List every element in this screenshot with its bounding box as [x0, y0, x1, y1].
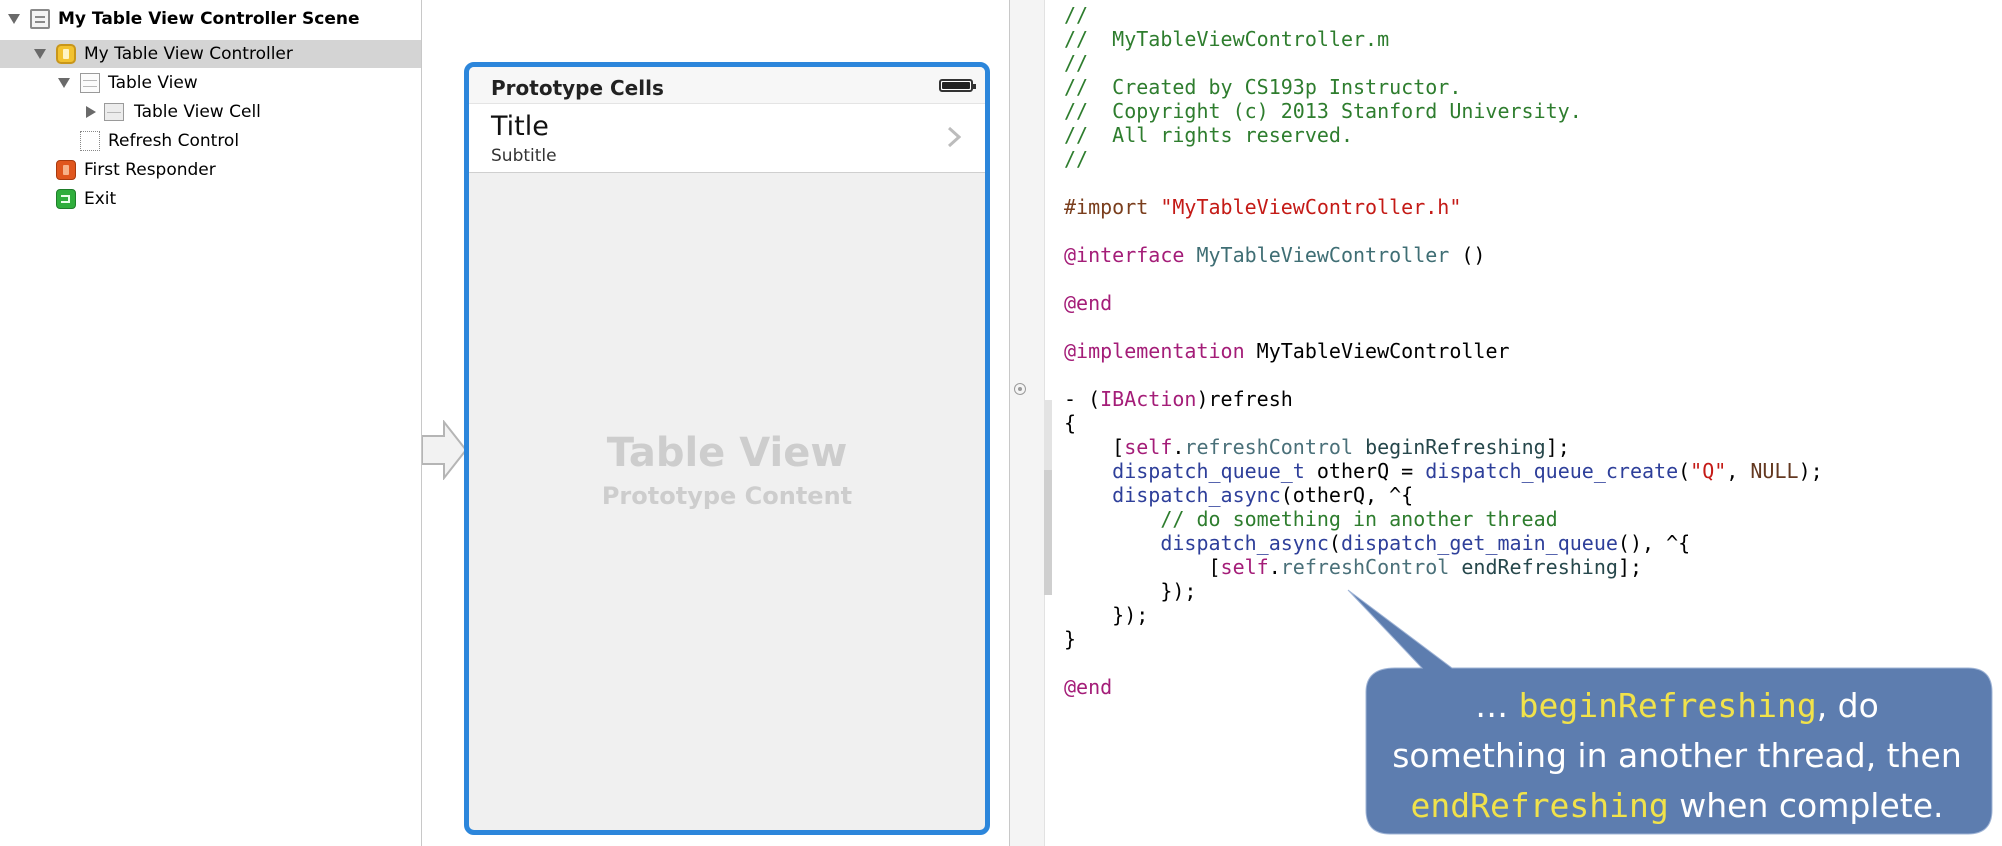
outline-item-scene[interactable]: My Table View Controller Scene: [0, 5, 421, 33]
refresh-control-icon: [80, 131, 100, 151]
code-line[interactable]: dispatch_async(otherQ, ^{: [1064, 483, 1413, 507]
code-line[interactable]: //: [1064, 147, 1088, 171]
code-line[interactable]: }: [1064, 627, 1076, 651]
outline-item-label: Refresh Control: [108, 131, 240, 151]
outline-item-first-responder[interactable]: First Responder: [0, 156, 421, 184]
code-line[interactable]: // All rights reserved.: [1064, 123, 1353, 147]
table-view-placeholder-subtitle: Prototype Content: [601, 482, 853, 510]
code-line[interactable]: dispatch_queue_t otherQ = dispatch_queue…: [1064, 459, 1822, 483]
callout-mid2: something in another thread, then: [1392, 736, 1962, 775]
disclosure-down-icon[interactable]: [58, 78, 70, 88]
ibaction-connection-icon[interactable]: [1014, 383, 1026, 395]
outline-item-exit[interactable]: Exit: [0, 185, 421, 213]
storyboard-canvas[interactable]: Prototype Cells Title Subtitle Table Vie…: [422, 0, 1010, 846]
code-line[interactable]: dispatch_async(dispatch_get_main_queue()…: [1064, 531, 1690, 555]
callout-suffix: when complete.: [1668, 786, 1944, 825]
code-line[interactable]: // do something in another thread: [1064, 507, 1557, 531]
code-line[interactable]: {: [1064, 411, 1076, 435]
code-line[interactable]: //: [1064, 51, 1088, 75]
table-view-controller-scene[interactable]: Prototype Cells Title Subtitle Table Vie…: [464, 62, 990, 835]
table-view-cell-icon: [104, 103, 124, 121]
table-view-placeholder-title: Table View: [606, 430, 848, 476]
outline-item-label: My Table View Controller Scene: [58, 9, 360, 29]
exit-icon: [56, 189, 76, 209]
code-line[interactable]: @implementation MyTableViewController: [1064, 339, 1510, 363]
outline-item-table-view-cell[interactable]: Table View Cell: [0, 98, 421, 126]
callout-prefix: …: [1475, 686, 1519, 725]
callout-text: … beginRefreshing, do something in anoth…: [1368, 681, 1986, 831]
section-header-label: Prototype Cells: [491, 76, 664, 100]
cell-subtitle-label[interactable]: Subtitle: [491, 146, 557, 166]
code-line[interactable]: @end: [1064, 291, 1112, 315]
callout-mid1: , do: [1816, 686, 1879, 725]
initial-view-controller-arrow-icon[interactable]: [422, 420, 468, 480]
editor-gutter[interactable]: [1010, 0, 1045, 846]
outline-item-label: My Table View Controller: [84, 44, 293, 64]
outline-item-view-controller[interactable]: My Table View Controller: [0, 40, 421, 68]
code-line[interactable]: // Created by CS193p Instructor.: [1064, 75, 1461, 99]
callout-highlight-begin: beginRefreshing: [1518, 686, 1817, 725]
outline-item-label: Table View: [108, 73, 198, 93]
disclosure-down-icon[interactable]: [34, 49, 46, 59]
storyboard-scene-icon: [30, 9, 50, 29]
table-view-icon: [80, 73, 100, 93]
code-line[interactable]: @end: [1064, 675, 1112, 699]
battery-icon: [939, 79, 976, 92]
cell-title-label[interactable]: Title: [491, 111, 549, 142]
code-line[interactable]: - (IBAction)refresh: [1064, 387, 1293, 411]
view-controller-icon: [56, 44, 76, 64]
code-line[interactable]: // Copyright (c) 2013 Stanford Universit…: [1064, 99, 1582, 123]
first-responder-icon: [56, 160, 76, 180]
code-line[interactable]: // MyTableViewController.m: [1064, 27, 1389, 51]
outline-item-label: Exit: [84, 189, 117, 209]
code-line[interactable]: #import "MyTableViewController.h": [1064, 195, 1461, 219]
code-line[interactable]: [self.refreshControl beginRefreshing];: [1064, 435, 1570, 459]
prototype-table-cell[interactable]: Title Subtitle: [469, 103, 985, 173]
code-line[interactable]: //: [1064, 3, 1088, 27]
code-line[interactable]: });: [1064, 603, 1148, 627]
outline-item-refresh-control[interactable]: Refresh Control: [0, 127, 421, 155]
disclosure-right-icon[interactable]: [86, 106, 96, 118]
code-line[interactable]: });: [1064, 579, 1196, 603]
scope-indicator: [1044, 400, 1052, 470]
code-line[interactable]: @interface MyTableViewController (): [1064, 243, 1485, 267]
disclosure-down-icon[interactable]: [8, 14, 20, 24]
chevron-right-icon: [947, 126, 961, 148]
outline-item-label: Table View Cell: [134, 102, 261, 122]
outline-item-table-view[interactable]: Table View: [0, 69, 421, 97]
code-line[interactable]: [self.refreshControl endRefreshing];: [1064, 555, 1642, 579]
prototype-cells-header: Prototype Cells: [469, 67, 985, 103]
outline-item-label: First Responder: [84, 160, 216, 180]
document-outline: My Table View Controller Scene My Table …: [0, 0, 422, 846]
scope-indicator: [1044, 470, 1052, 595]
callout-highlight-end: endRefreshing: [1410, 786, 1669, 825]
